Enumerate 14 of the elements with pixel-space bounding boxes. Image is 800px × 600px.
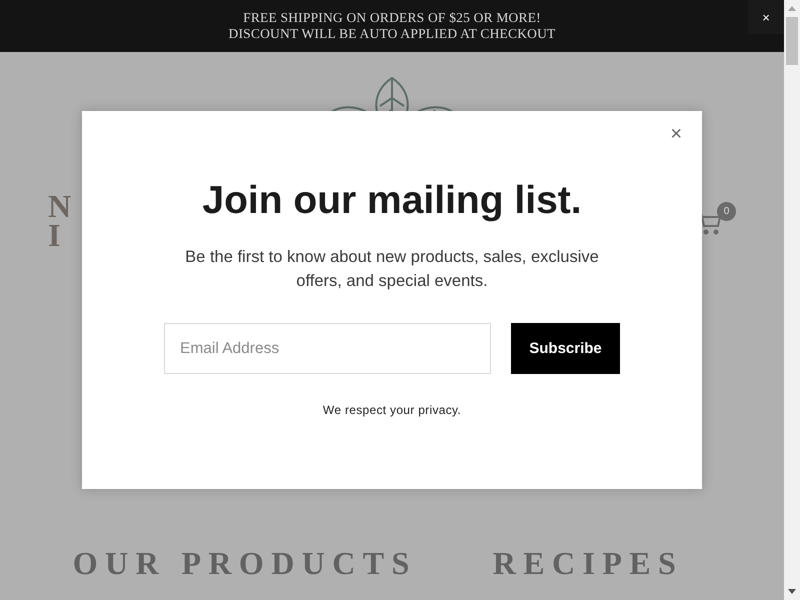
scroll-down-icon[interactable] [788, 589, 796, 594]
privacy-note: We respect your privacy. [322, 403, 462, 417]
announcement-text: FREE SHIPPING ON ORDERS OF $25 OR MORE! DISCOUNT WILL BE AUTO APPLIED AT CHECKOUT [228, 10, 556, 42]
scrollbar-thumb[interactable] [786, 17, 798, 65]
subscribe-button[interactable]: Subscribe [511, 323, 620, 374]
brand-name: N I [48, 192, 80, 250]
close-button[interactable]: × [748, 0, 784, 34]
cart-count: 0 [717, 202, 736, 221]
close-button[interactable]: × [666, 121, 686, 148]
dialog-description: Be the first to know about new products, sales, exclusive offers, and special events. [184, 247, 600, 292]
scrollbar[interactable] [784, 0, 800, 600]
scroll-up-icon[interactable] [788, 6, 796, 11]
email-field[interactable]: Email Address [164, 323, 491, 374]
dialog-title: Join our mailing list. [202, 178, 582, 224]
